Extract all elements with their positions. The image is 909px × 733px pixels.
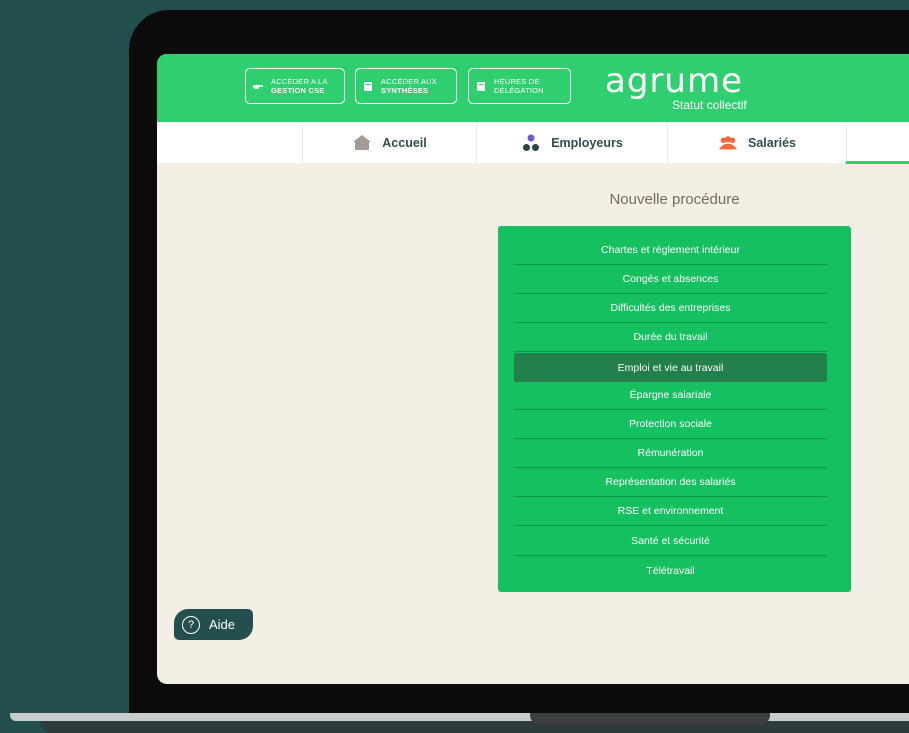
employers-icon <box>521 134 541 152</box>
syntheses-line2: SYNTHÈSES <box>381 86 429 95</box>
app-screen: ACCÉDER A LA GESTION CSE ACCÉDER AUX SYNTH… <box>157 54 909 684</box>
menu-item-chartes[interactable]: Chartes et réglement intérieur <box>514 236 827 265</box>
laptop-notch <box>530 713 770 725</box>
heures-line2: DÉLÉGATION <box>494 86 544 95</box>
active-tab-indicator <box>846 161 909 164</box>
menu-item-emploi[interactable]: Emploi et vie au travail <box>514 353 827 382</box>
employees-icon <box>718 134 738 152</box>
menu-item-difficultes[interactable]: Difficultés des entreprises <box>514 294 827 323</box>
heures-delegation-button[interactable]: HEURES DE DÉLÉGATION <box>468 68 571 104</box>
menu-item-sante[interactable]: Santé et sécurité <box>514 527 827 556</box>
gestion-cse-line1: ACCÉDER A LA <box>271 77 328 86</box>
menu-item-remuneration[interactable]: Rémunération <box>514 439 827 468</box>
app-header: ACCÉDER A LA GESTION CSE ACCÉDER AUX SYNTH… <box>157 54 909 122</box>
logo-subtitle: Statut collectif <box>672 98 747 112</box>
logo-brand: agrume <box>605 61 743 101</box>
main-nav: Accueil Employeurs Salariés <box>157 122 909 163</box>
menu-item-conges[interactable]: Congés et absences <box>514 265 827 294</box>
tab-employeurs-label: Employeurs <box>551 135 623 150</box>
gestion-cse-button[interactable]: ACCÉDER A LA GESTION CSE <box>245 68 345 104</box>
question-icon: ? <box>182 615 200 634</box>
procedure-menu: Chartes et réglement intérieur Congés et… <box>498 226 851 592</box>
tab-employeurs[interactable]: Employeurs <box>476 122 667 163</box>
help-label: Aide <box>209 617 236 632</box>
menu-item-representation[interactable]: Représentation des salariés <box>514 468 827 497</box>
heures-line1: HEURES DE <box>494 77 540 86</box>
agrume-logo[interactable]: agrume Statut collectif <box>605 61 747 112</box>
menu-item-duree[interactable]: Durée du travail <box>514 323 827 352</box>
tab-accueil[interactable]: Accueil <box>302 122 476 163</box>
syntheses-button[interactable]: ACCÉDER AUX SYNTHÈSES <box>355 68 457 104</box>
menu-item-epargne[interactable]: Épargne salariale <box>514 381 827 410</box>
menu-item-rse[interactable]: RSE et environnement <box>514 497 827 526</box>
tab-salaries[interactable]: Salariés <box>667 122 846 163</box>
menu-item-protection[interactable]: Protection sociale <box>514 410 827 439</box>
pointing-hand-icon <box>252 80 264 92</box>
help-button[interactable]: ? Aide <box>174 609 253 640</box>
menu-item-teletravail[interactable]: Télétravail <box>514 556 827 585</box>
tab-accueil-label: Accueil <box>382 135 427 150</box>
syntheses-line1: ACCÉDER AUX <box>381 77 437 86</box>
document-icon <box>475 80 487 92</box>
laptop-base <box>10 713 909 721</box>
home-icon <box>352 134 372 152</box>
tab-more[interactable] <box>846 122 909 163</box>
page-title: Nouvelle procédure <box>609 191 740 208</box>
tab-salaries-label: Salariés <box>748 135 796 150</box>
laptop-base-shadow <box>40 721 909 733</box>
document-icon <box>362 80 374 92</box>
gestion-cse-line2: GESTION CSE <box>271 86 325 95</box>
